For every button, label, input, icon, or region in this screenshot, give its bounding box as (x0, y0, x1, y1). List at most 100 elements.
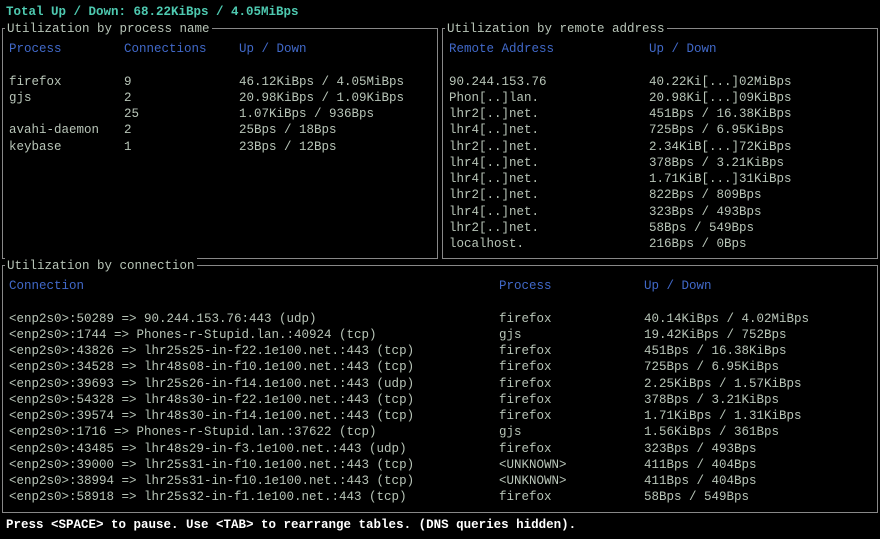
total-value: 68.22KiBps / 4.05MiBps (134, 5, 299, 19)
table-row: lhr4[..]net.1.71KiB[...]31KiBps (449, 171, 871, 187)
connection-cell: <enp2s0>:39574 => lhr48s30-in-f14.1e100.… (9, 408, 499, 424)
connection-cell: <enp2s0>:58918 => lhr25s32-in-f1.1e100.n… (9, 489, 499, 505)
address-cell: lhr2[..]net. (449, 187, 649, 203)
remote-header-address: Remote Address (449, 41, 649, 57)
updown-cell: 411Bps / 404Bps (644, 473, 757, 489)
connections-cell: 2 (124, 122, 239, 138)
process-cell: firefox (499, 489, 644, 505)
connection-header-connection: Connection (9, 278, 499, 294)
updown-cell: 1.56KiBps / 361Bps (644, 424, 779, 440)
process-cell: firefox (499, 311, 644, 327)
process-cell: keybase (9, 139, 124, 155)
process-header-connections: Connections (124, 41, 239, 57)
process-header-process: Process (9, 41, 124, 57)
updown-cell: 58Bps / 549Bps (649, 220, 754, 236)
table-row: <enp2s0>:1744 => Phones-r-Stupid.lan.:40… (9, 327, 871, 343)
table-row: gjs220.98KiBps / 1.09KiBps (9, 90, 431, 106)
address-cell: Phon[..]lan. (449, 90, 649, 106)
remote-panel-title: Utilization by remote address (445, 21, 667, 37)
table-row: Phon[..]lan.20.98Ki[...]09KiBps (449, 90, 871, 106)
updown-cell: 19.42KiBps / 752Bps (644, 327, 787, 343)
updown-cell: 378Bps / 3.21KiBps (649, 155, 784, 171)
total-label: Total Up / Down: (6, 5, 134, 19)
table-row: lhr2[..]net.2.34KiB[...]72KiBps (449, 139, 871, 155)
remote-table-body: 90.244.153.7640.22Ki[...]02MiBpsPhon[..]… (449, 72, 871, 253)
address-cell: lhr4[..]net. (449, 155, 649, 171)
table-row: 90.244.153.7640.22Ki[...]02MiBps (449, 74, 871, 90)
process-cell: firefox (499, 408, 644, 424)
process-cell: firefox (499, 359, 644, 375)
updown-cell: 1.71KiB[...]31KiBps (649, 171, 792, 187)
address-cell: lhr4[..]net. (449, 122, 649, 138)
table-row: <enp2s0>:38994 => lhr25s31-in-f10.1e100.… (9, 473, 871, 489)
updown-cell: 411Bps / 404Bps (644, 457, 757, 473)
updown-cell: 25Bps / 18Bps (239, 122, 337, 138)
process-cell: firefox (9, 74, 124, 90)
updown-cell: 46.12KiBps / 4.05MiBps (239, 74, 404, 90)
table-row: <enp2s0>:39000 => lhr25s31-in-f10.1e100.… (9, 457, 871, 473)
updown-cell: 323Bps / 493Bps (649, 204, 762, 220)
process-cell: gjs (499, 327, 644, 343)
table-row: <enp2s0>:43485 => lhr48s29-in-f3.1e100.n… (9, 441, 871, 457)
updown-cell: 20.98Ki[...]09KiBps (649, 90, 792, 106)
process-header-updown: Up / Down (239, 41, 307, 57)
connection-cell: <enp2s0>:43485 => lhr48s29-in-f3.1e100.n… (9, 441, 499, 457)
updown-cell: 1.71KiBps / 1.31KiBps (644, 408, 802, 424)
address-cell: lhr2[..]net. (449, 139, 649, 155)
table-row: lhr4[..]net.725Bps / 6.95KiBps (449, 122, 871, 138)
updown-cell: 40.22Ki[...]02MiBps (649, 74, 792, 90)
table-row: <enp2s0>:34528 => lhr48s08-in-f10.1e100.… (9, 359, 871, 375)
process-panel: Utilization by process name ProcessConne… (2, 28, 438, 259)
connection-cell: <enp2s0>:50289 => 90.244.153.76:443 (udp… (9, 311, 499, 327)
table-row: 251.07KiBps / 936Bps (9, 106, 431, 122)
table-row: lhr4[..]net.323Bps / 493Bps (449, 204, 871, 220)
process-cell: gjs (9, 90, 124, 106)
process-cell: firefox (499, 392, 644, 408)
updown-cell: 725Bps / 6.95KiBps (649, 122, 784, 138)
table-row: <enp2s0>:39574 => lhr48s30-in-f14.1e100.… (9, 408, 871, 424)
connection-panel: Utilization by connection ConnectionProc… (2, 265, 878, 512)
updown-cell: 378Bps / 3.21KiBps (644, 392, 779, 408)
address-cell: 90.244.153.76 (449, 74, 649, 90)
connection-header-process: Process (499, 278, 644, 294)
table-row: localhost.216Bps / 0Bps (449, 236, 871, 252)
updown-cell: 2.25KiBps / 1.57KiBps (644, 376, 802, 392)
table-row: lhr2[..]net.451Bps / 16.38KiBps (449, 106, 871, 122)
updown-cell: 451Bps / 16.38KiBps (644, 343, 787, 359)
connection-header-row: ConnectionProcessUp / Down (9, 278, 871, 308)
table-row: <enp2s0>:54328 => lhr48s30-in-f22.1e100.… (9, 392, 871, 408)
updown-cell: 1.07KiBps / 936Bps (239, 106, 374, 122)
process-panel-title: Utilization by process name (5, 21, 212, 37)
process-table-body: firefox946.12KiBps / 4.05MiBpsgjs220.98K… (9, 72, 431, 155)
address-cell: lhr2[..]net. (449, 106, 649, 122)
process-cell: <UNKNOWN> (499, 473, 644, 489)
table-row: <enp2s0>:39693 => lhr25s26-in-f14.1e100.… (9, 376, 871, 392)
table-row: <enp2s0>:58918 => lhr25s32-in-f1.1e100.n… (9, 489, 871, 505)
process-cell: avahi-daemon (9, 122, 124, 138)
footer-help: Press <SPACE> to pause. Use <TAB> to rea… (2, 513, 878, 533)
address-cell: lhr4[..]net. (449, 171, 649, 187)
connection-panel-title: Utilization by connection (5, 258, 197, 274)
table-row: firefox946.12KiBps / 4.05MiBps (9, 74, 431, 90)
table-row: lhr4[..]net.378Bps / 3.21KiBps (449, 155, 871, 171)
remote-header-row: Remote AddressUp / Down (449, 41, 871, 71)
remote-panel: Utilization by remote address Remote Add… (442, 28, 878, 259)
connection-table-body: <enp2s0>:50289 => 90.244.153.76:443 (udp… (9, 309, 871, 506)
table-row: avahi-daemon225Bps / 18Bps (9, 122, 431, 138)
address-cell: localhost. (449, 236, 649, 252)
connection-cell: <enp2s0>:43826 => lhr25s25-in-f22.1e100.… (9, 343, 499, 359)
updown-cell: 323Bps / 493Bps (644, 441, 757, 457)
connection-cell: <enp2s0>:39000 => lhr25s31-in-f10.1e100.… (9, 457, 499, 473)
process-cell: firefox (499, 441, 644, 457)
updown-cell: 58Bps / 549Bps (644, 489, 749, 505)
connection-cell: <enp2s0>:54328 => lhr48s30-in-f22.1e100.… (9, 392, 499, 408)
connection-header-updown: Up / Down (644, 278, 712, 294)
process-cell: firefox (499, 343, 644, 359)
connection-cell: <enp2s0>:34528 => lhr48s08-in-f10.1e100.… (9, 359, 499, 375)
updown-cell: 725Bps / 6.95KiBps (644, 359, 779, 375)
connections-cell: 2 (124, 90, 239, 106)
table-row: <enp2s0>:43826 => lhr25s25-in-f22.1e100.… (9, 343, 871, 359)
remote-header-updown: Up / Down (649, 41, 717, 57)
process-cell: <UNKNOWN> (499, 457, 644, 473)
table-row: lhr2[..]net.822Bps / 809Bps (449, 187, 871, 203)
